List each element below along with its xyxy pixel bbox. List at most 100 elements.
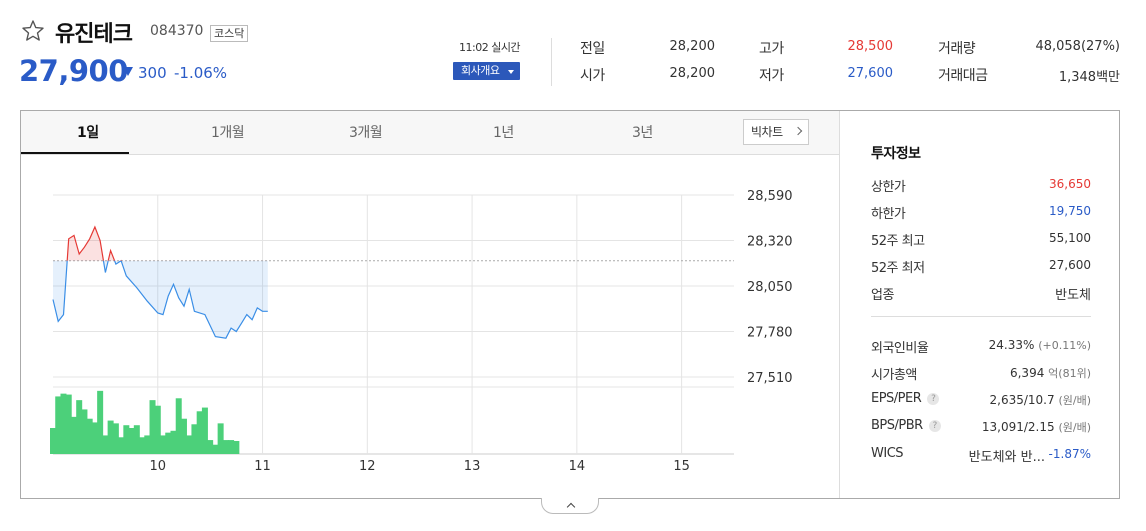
y-tick-label: 28,050 <box>747 280 793 295</box>
collapse-toggle[interactable] <box>541 498 599 514</box>
chart-panel: 1일 1개월 3개월 1년 3년 빅차트 28,590 28,320 28,050 2… <box>20 110 1120 499</box>
current-price: 27,900 <box>19 54 128 88</box>
eps-per-text: EPS/PER <box>871 391 922 406</box>
volume-bar <box>154 405 161 454</box>
tab-1year[interactable]: 1년 <box>493 122 514 142</box>
caret-down-icon <box>508 70 514 74</box>
tab-1day[interactable]: 1일 <box>77 122 99 142</box>
bps-pbr-label: BPS/PBR? <box>871 418 941 433</box>
sector-value[interactable]: 반도체 <box>1055 284 1091 303</box>
volume-bar <box>191 424 198 454</box>
market-cap-value: 6,394 억(81위) <box>1010 365 1091 381</box>
x-tick-label: 14 <box>569 459 586 474</box>
eps-per-value: 2,635/10.7 (원/배) <box>990 392 1091 408</box>
volume-bar <box>118 437 125 454</box>
foreign-ratio-change: (+0.11%) <box>1038 339 1091 352</box>
period-tabs: 1일 1개월 3개월 1년 3년 빅차트 <box>21 111 839 155</box>
intraday-chart[interactable]: 28,590 28,320 28,050 27,780 27,510 10 11 12 13 14… <box>21 155 839 498</box>
volume-bar <box>222 440 229 454</box>
amount-value: 1,348백만 <box>1058 70 1120 85</box>
bps-pbr-value: 13,091/2.15 (원/배) <box>982 419 1091 435</box>
wics-rate: -1.87% <box>1048 447 1091 461</box>
tab-3years[interactable]: 3년 <box>632 122 653 142</box>
market-cap-label: 시가총액 <box>871 368 917 383</box>
amount-label: 거래대금 <box>938 68 988 84</box>
favorite-star-icon[interactable] <box>21 19 45 43</box>
company-overview-button[interactable]: 회사개요 <box>453 62 520 80</box>
invest-info-panel: 투자정보 상한가 36,650 하한가 19,750 52주 최고 55,100… <box>871 111 1091 498</box>
lower-limit-label: 하한가 <box>871 207 906 222</box>
volume-bar <box>186 435 193 454</box>
volume-bar <box>228 440 235 454</box>
invest-info-title: 투자정보 <box>871 146 921 162</box>
x-tick-label: 15 <box>673 459 690 474</box>
high-value: 28,500 <box>847 39 894 54</box>
bps-pbr-unit: (원/배) <box>1058 421 1091 434</box>
volume-bar <box>207 440 214 454</box>
big-chart-label: 빅차트 <box>751 125 783 139</box>
volume-bar <box>60 393 67 454</box>
foreign-ratio-label: 외국인비율 <box>871 341 929 356</box>
x-tick-label: 10 <box>149 459 166 474</box>
stock-name: 유진테크 <box>55 22 133 47</box>
foreign-ratio-value: 24.33% (+0.11%) <box>989 338 1091 352</box>
market-cap-number: 6,394 <box>1009 366 1045 380</box>
big-chart-button[interactable]: 빅차트 <box>743 119 809 145</box>
help-icon[interactable]: ? <box>928 420 941 432</box>
low52-label: 52주 최저 <box>871 261 925 276</box>
panel-divider <box>839 111 840 498</box>
wics-sector-name[interactable]: 반도체와 반... <box>969 446 1045 465</box>
volume-bar <box>212 444 219 454</box>
volume-bar <box>65 394 72 454</box>
y-tick-label: 28,590 <box>747 189 793 204</box>
volume-bar <box>139 437 146 454</box>
tab-3months[interactable]: 3개월 <box>349 122 383 142</box>
down-triangle-icon <box>123 67 133 76</box>
open-label: 시가 <box>580 68 605 84</box>
volume-bar <box>128 428 135 454</box>
company-overview-label: 회사개요 <box>461 64 500 77</box>
volume-bar <box>76 400 83 454</box>
volume-bar <box>55 396 62 454</box>
price-change: 300 <box>138 64 167 82</box>
volume-bar <box>133 425 140 454</box>
volume-bar <box>175 398 182 454</box>
bps-pbr-text: BPS/PBR <box>871 418 923 433</box>
prev-close-value: 28,200 <box>669 39 716 54</box>
eps-per-number: 2,635/10.7 <box>989 393 1055 407</box>
foreign-ratio-number: 24.33% <box>988 338 1035 352</box>
help-icon[interactable]: ? <box>927 393 940 405</box>
volume-bar <box>180 418 187 454</box>
volume-bar <box>165 432 172 454</box>
volume-bar <box>112 423 119 454</box>
stock-code: 084370 <box>150 23 204 39</box>
eps-per-unit: (원/배) <box>1058 394 1091 407</box>
lower-limit-value: 19,750 <box>1049 204 1091 218</box>
prev-close-label: 전일 <box>580 41 605 57</box>
active-tab-underline <box>21 152 129 154</box>
bps-pbr-number: 13,091/2.15 <box>981 420 1055 434</box>
chevron-right-icon <box>793 126 803 136</box>
high52-value: 55,100 <box>1049 231 1091 245</box>
eps-per-label: EPS/PER? <box>871 391 940 406</box>
low52-value: 27,600 <box>1049 258 1091 272</box>
realtime-label: 11:02 실시간 <box>459 41 521 54</box>
volume-bar <box>91 422 98 454</box>
volume-bar <box>233 441 240 454</box>
volume-value: 48,058(27%) <box>1035 39 1120 54</box>
market-badge: 코스닥 <box>210 25 249 42</box>
y-tick-label: 28,320 <box>747 235 793 250</box>
chevron-up-icon <box>566 502 576 512</box>
volume-bar <box>123 425 130 454</box>
y-tick-label: 27,510 <box>747 371 793 386</box>
change-rate: -1.06% <box>174 64 228 82</box>
volume-bar <box>201 407 208 454</box>
upper-limit-label: 상한가 <box>871 180 906 195</box>
tab-1month[interactable]: 1개월 <box>211 122 245 142</box>
volume-bar <box>70 416 77 454</box>
header-divider <box>551 38 552 86</box>
panel-section-divider <box>871 316 1091 317</box>
volume-bar <box>86 418 93 454</box>
open-value: 28,200 <box>669 66 716 81</box>
volume-bar <box>50 428 56 454</box>
